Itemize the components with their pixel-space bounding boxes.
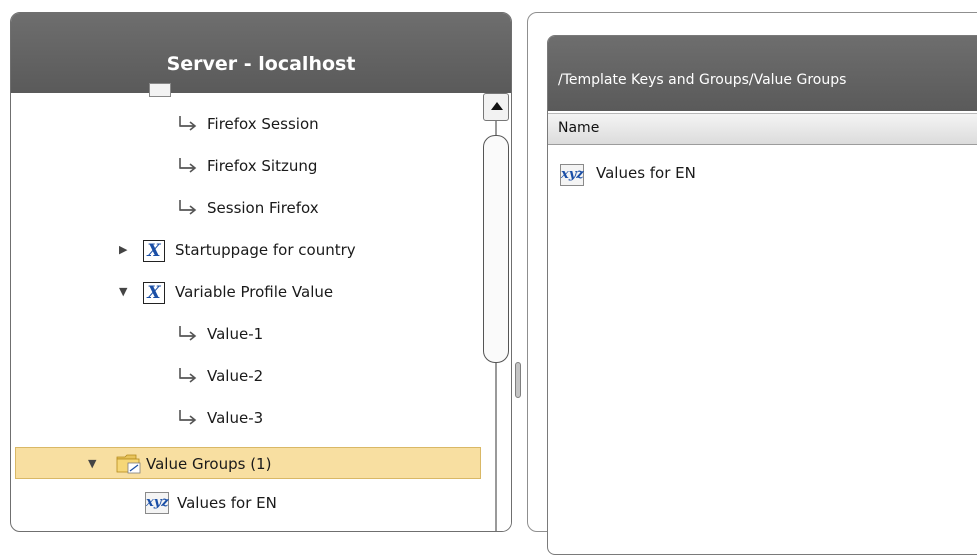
list-item-label: Values for EN xyxy=(596,164,696,182)
tree-item-label: Variable Profile Value xyxy=(175,283,334,301)
server-panel-header: Server - localhost xyxy=(11,13,511,93)
panel-splitter-handle[interactable] xyxy=(515,362,521,398)
server-tree-panel: Server - localhost Firefox Session Firef… xyxy=(10,12,512,532)
content-panel-header: /Template Keys and Groups/Value Groups xyxy=(548,36,977,111)
tree-item-values-for-en[interactable]: xyz Values for EN xyxy=(11,484,479,524)
tree-item-firefox-sitzung[interactable]: Firefox Sitzung xyxy=(11,147,479,187)
scrollbar-thumb[interactable] xyxy=(483,135,509,363)
value-arrow-icon xyxy=(179,410,197,425)
tree-item-value-1[interactable]: Value-1 xyxy=(11,315,479,355)
xyz-values-icon: xyz xyxy=(560,164,584,186)
list-item-values-for-en[interactable]: xyz Values for EN xyxy=(548,158,977,192)
scroll-up-button[interactable] xyxy=(483,93,509,121)
server-tree[interactable]: Firefox Session Firefox Sitzung Session … xyxy=(11,83,481,531)
tree-item-label: Value-2 xyxy=(207,367,264,385)
collapse-arrow-icon[interactable]: ▼ xyxy=(119,285,127,298)
partial-item-icon xyxy=(149,83,171,97)
tree-item-session-firefox[interactable]: Session Firefox xyxy=(11,189,479,229)
tree-item-label: Session Firefox xyxy=(207,199,319,217)
collapse-arrow-icon[interactable]: ▼ xyxy=(88,457,96,470)
tree-item-label: Firefox Sitzung xyxy=(207,157,318,175)
tree-item-label: Value-3 xyxy=(207,409,264,427)
value-group-folder-icon xyxy=(116,454,141,474)
content-panel: /Template Keys and Groups/Value Groups N… xyxy=(547,35,977,555)
tree-item-label: Value-1 xyxy=(207,325,264,343)
server-title: Server - localhost xyxy=(166,53,356,75)
value-arrow-icon xyxy=(179,116,197,131)
tree-item-label: Value Groups (1) xyxy=(146,455,272,473)
tree-item-value-2[interactable]: Value-2 xyxy=(11,357,479,397)
tree-item-variable-profile-value[interactable]: ▼ X Variable Profile Value xyxy=(11,273,479,313)
tree-item-firefox-session[interactable]: Firefox Session xyxy=(11,105,479,145)
tree-item-label: Values for EN xyxy=(177,494,277,512)
tree-item-label: Startuppage for country xyxy=(175,241,356,259)
tree-item-value-groups[interactable]: ▼ Value Groups (1) xyxy=(15,447,481,479)
expand-arrow-icon[interactable]: ▶ xyxy=(119,243,127,256)
column-header-name[interactable]: Name xyxy=(548,113,977,145)
value-arrow-icon xyxy=(179,368,197,383)
value-arrow-icon xyxy=(179,200,197,215)
xyz-values-icon: xyz xyxy=(145,492,169,514)
column-header-label: Name xyxy=(558,120,600,136)
breadcrumb-path: /Template Keys and Groups/Value Groups xyxy=(558,72,847,88)
value-arrow-icon xyxy=(179,326,197,341)
tree-item-label: Firefox Session xyxy=(207,115,319,133)
tree-item-startuppage-for-country[interactable]: ▶ X Startuppage for country xyxy=(11,231,479,271)
variable-x-icon: X xyxy=(143,282,165,304)
variable-x-icon: X xyxy=(143,240,165,262)
value-arrow-icon xyxy=(179,158,197,173)
tree-item-value-3[interactable]: Value-3 xyxy=(11,399,479,439)
tree-scrollbar[interactable] xyxy=(481,93,511,531)
